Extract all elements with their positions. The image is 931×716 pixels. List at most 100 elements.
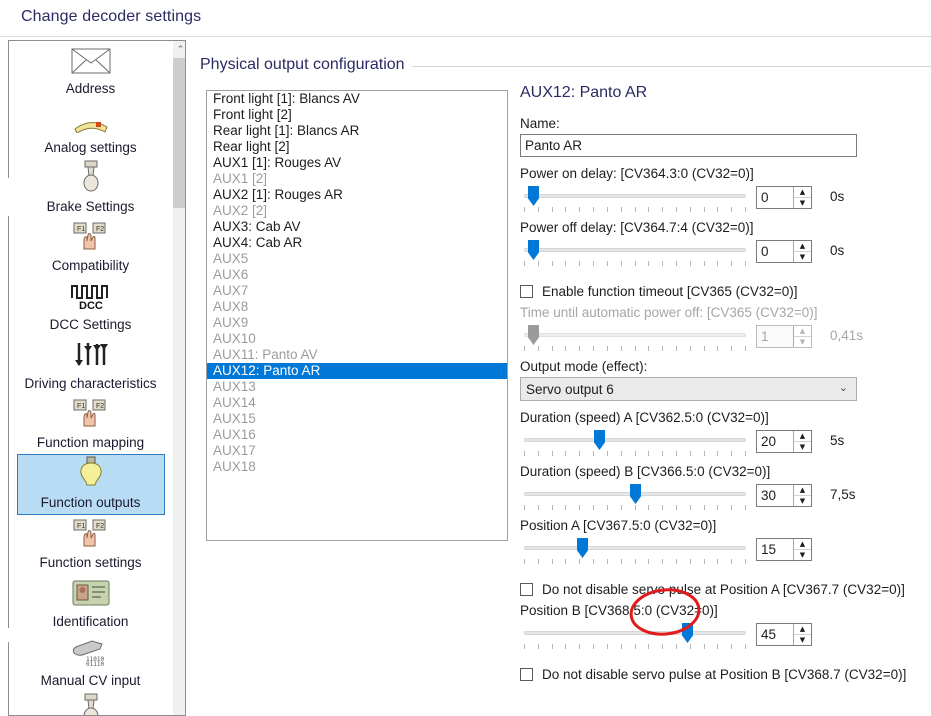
spinner-buttons[interactable]: ▲ ▼ xyxy=(793,187,811,208)
spinner-up-icon[interactable]: ▲ xyxy=(794,187,811,198)
value-spinner[interactable]: 30 ▲ ▼ xyxy=(756,484,812,507)
spinner-down-icon[interactable]: ▼ xyxy=(794,550,811,560)
spinner-buttons[interactable]: ▲ ▼ xyxy=(793,624,811,645)
servo-pulse-a-checkbox[interactable] xyxy=(520,582,533,596)
output-list-item[interactable]: AUX6 xyxy=(207,267,507,283)
output-list-item[interactable]: Front light [2] xyxy=(207,107,507,123)
spinner-value[interactable]: 15 xyxy=(757,539,793,560)
position-a-row[interactable]: 15 ▲ ▼ xyxy=(520,536,925,572)
spinner-value[interactable]: 0 xyxy=(757,241,793,262)
spinner-down-icon[interactable]: ▼ xyxy=(794,442,811,452)
spinner-up-icon[interactable]: ▲ xyxy=(794,539,811,550)
sidebar-scrollbar[interactable]: ⌃ xyxy=(172,41,185,715)
chevron-down-icon[interactable]: ⌄ xyxy=(839,381,848,394)
value-spinner[interactable]: 20 ▲ ▼ xyxy=(756,430,812,453)
spinner-buttons[interactable]: ▲ ▼ xyxy=(793,431,811,452)
sidebar-item-identification[interactable]: Identification xyxy=(17,574,165,633)
output-list-item[interactable]: AUX11: Panto AV xyxy=(207,347,507,363)
spinner-value[interactable]: 0 xyxy=(757,187,793,208)
output-list-item[interactable]: AUX2 [1]: Rouges AR xyxy=(207,187,507,203)
spinner-up-icon[interactable]: ▲ xyxy=(794,431,811,442)
output-list-item[interactable]: AUX12: Panto AR xyxy=(207,363,507,379)
slider-track-area[interactable] xyxy=(524,538,746,568)
sidebar-item-function-mapping[interactable]: F1 F2 Function mapping xyxy=(17,395,165,454)
sidebar-item-address[interactable]: Address xyxy=(17,41,165,100)
output-list-item[interactable]: AUX4: Cab AR xyxy=(207,235,507,251)
output-list-item[interactable]: Rear light [1]: Blancs AR xyxy=(207,123,507,139)
output-list-item[interactable]: Rear light [2] xyxy=(207,139,507,155)
output-list-item[interactable]: AUX15 xyxy=(207,411,507,427)
output-mode-combobox[interactable]: Servo output 6 ⌄ xyxy=(520,377,857,401)
output-list-item[interactable]: AUX18 xyxy=(207,459,507,475)
slider-thumb[interactable] xyxy=(528,186,539,206)
slider-track-area[interactable] xyxy=(524,240,746,270)
output-list-item[interactable]: AUX13 xyxy=(207,379,507,395)
slider-thumb[interactable] xyxy=(630,484,641,504)
enable-function-timeout-checkbox[interactable] xyxy=(520,284,533,298)
power-off-delay-row[interactable]: 0 ▲ ▼ 0s xyxy=(520,238,925,274)
spinner-value[interactable]: 45 xyxy=(757,624,793,645)
value-spinner[interactable]: 0 ▲ ▼ xyxy=(756,240,812,263)
spinner-up-icon[interactable]: ▲ xyxy=(794,241,811,252)
outputs-listbox[interactable]: Front light [1]: Blancs AV Front light [2… xyxy=(206,90,508,541)
slider-track-area[interactable] xyxy=(524,484,746,514)
output-list-item[interactable]: AUX8 xyxy=(207,299,507,315)
spinner-value[interactable]: 20 xyxy=(757,431,793,452)
output-list-item[interactable]: AUX14 xyxy=(207,395,507,411)
slider-track-area[interactable] xyxy=(524,623,746,653)
power-on-delay-row[interactable]: 0 ▲ ▼ 0s xyxy=(520,184,925,220)
sidebar-item-manual-cv-input[interactable]: 11010 01110 Manual CV input xyxy=(17,633,165,692)
scrollbar-thumb[interactable] xyxy=(173,58,185,208)
value-spinner[interactable]: 45 ▲ ▼ xyxy=(756,623,812,646)
spinner-up-icon[interactable]: ▲ xyxy=(794,485,811,496)
sidebar-item-function-settings[interactable]: F1 F2 Function settings xyxy=(17,515,165,574)
spinner-value[interactable]: 30 xyxy=(757,485,793,506)
duration-a-row[interactable]: 20 ▲ ▼ 5s xyxy=(520,428,925,464)
slider-thumb[interactable] xyxy=(682,623,693,643)
sidebar-item-brake-settings[interactable]: Brake Settings xyxy=(17,159,165,218)
sidebar-item-driving-characteristics[interactable]: Driving characteristics xyxy=(17,336,165,395)
spinner-up-icon[interactable]: ▲ xyxy=(794,624,811,635)
output-list-item[interactable]: AUX9 xyxy=(207,315,507,331)
slider-track-area[interactable] xyxy=(524,186,746,216)
spinner-buttons[interactable]: ▲ ▼ xyxy=(793,539,811,560)
spinner-buttons[interactable]: ▲ ▼ xyxy=(793,485,811,506)
spinner-down-icon[interactable]: ▼ xyxy=(794,635,811,645)
value-spinner[interactable]: 15 ▲ ▼ xyxy=(756,538,812,561)
position-b-row[interactable]: 45 ▲ ▼ xyxy=(520,621,925,657)
value-spinner[interactable]: 0 ▲ ▼ xyxy=(756,186,812,209)
output-list-item[interactable]: AUX5 xyxy=(207,251,507,267)
duration-b-row[interactable]: 30 ▲ ▼ 7,5s xyxy=(520,482,925,518)
servo-pulse-b-checkbox[interactable] xyxy=(520,667,533,681)
slider-track-area[interactable] xyxy=(524,430,746,460)
name-input[interactable] xyxy=(520,134,857,157)
sidebar-item-motor-settings[interactable]: Motor Settings xyxy=(17,692,165,715)
spinner-buttons[interactable]: ▲ ▼ xyxy=(793,241,811,262)
slider-thumb[interactable] xyxy=(594,430,605,450)
slider-thumb[interactable] xyxy=(577,538,588,558)
slider-thumb[interactable] xyxy=(528,240,539,260)
spinner-down-icon[interactable]: ▼ xyxy=(794,252,811,262)
sidebar-item-compatibility[interactable]: F1 F2 Compatibility xyxy=(17,218,165,277)
scroll-up-icon[interactable]: ⌃ xyxy=(173,41,185,58)
output-list-item[interactable]: AUX2 [2] xyxy=(207,203,507,219)
output-list-item[interactable]: AUX1 [2] xyxy=(207,171,507,187)
navigation-sidebar[interactable]: Address Analog settings Brake Settings F1 F2… xyxy=(8,40,186,716)
spinner-down-icon[interactable]: ▼ xyxy=(794,496,811,506)
enable-function-timeout-row[interactable]: Enable function timeout [CV365 (CV32=0)] xyxy=(520,281,925,301)
output-list-item[interactable]: AUX17 xyxy=(207,443,507,459)
output-list-item[interactable]: AUX10 xyxy=(207,331,507,347)
output-list-item[interactable]: Front light [1]: Blancs AV xyxy=(207,91,507,107)
output-list-item[interactable]: AUX1 [1]: Rouges AV xyxy=(207,155,507,171)
output-list-item[interactable]: AUX3: Cab AV xyxy=(207,219,507,235)
slider-ticks xyxy=(524,207,746,213)
output-list-item[interactable]: AUX7 xyxy=(207,283,507,299)
servo-pulse-a-row[interactable]: Do not disable servo pulse at Position A… xyxy=(520,579,925,599)
spinner-down-icon[interactable]: ▼ xyxy=(794,198,811,208)
servo-pulse-b-row[interactable]: Do not disable servo pulse at Position B… xyxy=(520,664,925,684)
output-list-item[interactable]: AUX16 xyxy=(207,427,507,443)
sidebar-item-analog-settings[interactable]: Analog settings xyxy=(17,100,165,159)
sidebar-item-dcc-settings[interactable]: DCC DCC Settings xyxy=(17,277,165,336)
sidebar-item-function-outputs[interactable]: Function outputs xyxy=(16,454,165,515)
decoder-settings-window: Change decoder settings Address Analog se… xyxy=(0,0,931,716)
